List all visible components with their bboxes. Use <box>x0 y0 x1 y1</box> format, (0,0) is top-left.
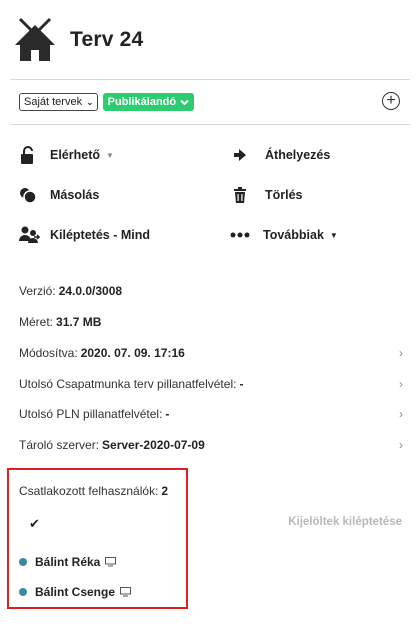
user-item[interactable]: Bálint Réka <box>19 552 117 572</box>
chevron-down-icon: ⌄ <box>86 96 94 107</box>
teamwork-snapshot-label: Utolsó Csapatmunka terv pillanatfelvétel… <box>19 377 237 391</box>
chevron-down-icon <box>180 99 189 105</box>
online-status-dot <box>19 588 27 596</box>
modified-row[interactable]: Módosítva: 2020. 07. 09. 17:16 › <box>19 343 403 363</box>
teamwork-snapshot-value: - <box>239 377 244 391</box>
availability-label: Elérhető <box>50 148 101 162</box>
connected-users-row: Csatlakozott felhasználók: 2 <box>19 481 168 501</box>
more-dropdown[interactable]: Továbbiak ▼ <box>230 222 338 248</box>
delete-label: Törlés <box>265 188 303 202</box>
size-label: Méret: <box>19 315 54 329</box>
pln-snapshot-row[interactable]: Utolsó PLN pillanatfelvétel: - › <box>19 404 403 424</box>
version-value: 24.0.0/3008 <box>58 284 123 298</box>
filter-select-value: Saját tervek <box>24 96 83 108</box>
delete-button[interactable]: Törlés <box>233 182 303 208</box>
more-dots-icon <box>230 232 250 238</box>
logout-all-button[interactable]: Kiléptetés - Mind <box>18 222 150 248</box>
user-name: Bálint Réka <box>35 555 101 569</box>
user-item[interactable]: Bálint Csenge <box>19 582 132 602</box>
divider <box>10 79 410 80</box>
pln-snapshot-value: - <box>165 407 170 421</box>
size-row: Méret: 31.7 MB <box>19 312 403 332</box>
filter-select[interactable]: Saját tervek ⌄ <box>19 93 98 111</box>
divider <box>10 124 410 125</box>
plus-icon: + <box>386 91 396 109</box>
arrow-right-icon <box>233 148 255 162</box>
computer-icon <box>120 587 132 597</box>
move-button[interactable]: Áthelyezés <box>233 142 330 168</box>
version-label: Verzió: <box>19 284 56 298</box>
users-logout-icon <box>18 226 40 244</box>
page-title: Terv 24 <box>70 28 144 51</box>
version-row: Verzió: 24.0.0/3008 <box>19 281 403 301</box>
availability-dropdown[interactable]: Elérhető ▼ <box>18 142 114 168</box>
status-badge[interactable]: Publikálandó <box>102 93 195 111</box>
house-icon <box>15 17 55 61</box>
trash-icon <box>233 187 255 203</box>
header: Terv 24 <box>10 14 410 66</box>
storage-row[interactable]: Tároló szerver: Server-2020-07-09 › <box>19 435 403 455</box>
chevron-right-icon: › <box>399 438 403 452</box>
add-button[interactable]: + <box>382 92 400 110</box>
caret-down-icon: ▼ <box>106 150 114 160</box>
copy-label: Másolás <box>50 188 100 202</box>
storage-value: Server-2020-07-09 <box>102 438 205 452</box>
more-label: Továbbiak <box>263 228 324 242</box>
user-name: Bálint Csenge <box>35 585 116 599</box>
chevron-right-icon: › <box>399 407 403 421</box>
chevron-right-icon: › <box>399 346 403 360</box>
connected-users-label: Csatlakozott felhasználók: <box>19 484 159 498</box>
copy-button[interactable]: Másolás <box>18 182 99 208</box>
unlock-icon <box>18 145 40 165</box>
logout-selected-button[interactable]: Kijelöltek kiléptetése <box>288 516 402 528</box>
storage-label: Tároló szerver: <box>19 438 100 452</box>
status-badge-label: Publikálandó <box>107 96 177 108</box>
select-all-check-icon[interactable]: ✔ <box>29 516 40 532</box>
computer-icon <box>105 557 117 567</box>
connected-users-count: 2 <box>161 484 169 498</box>
teamwork-snapshot-row[interactable]: Utolsó Csapatmunka terv pillanatfelvétel… <box>19 374 403 394</box>
chevron-right-icon: › <box>399 377 403 391</box>
modified-value: 2020. 07. 09. 17:16 <box>80 346 185 360</box>
size-value: 31.7 MB <box>56 315 102 329</box>
caret-down-icon: ▼ <box>329 230 338 240</box>
logout-all-label: Kiléptetés - Mind <box>50 228 151 242</box>
online-status-dot <box>19 558 27 566</box>
move-label: Áthelyezés <box>265 148 331 162</box>
pln-snapshot-label: Utolsó PLN pillanatfelvétel: <box>19 407 163 421</box>
copy-icon <box>18 186 40 204</box>
modified-label: Módosítva: <box>19 346 78 360</box>
toolbar: Saját tervek ⌄ Publikálandó + <box>19 92 402 112</box>
